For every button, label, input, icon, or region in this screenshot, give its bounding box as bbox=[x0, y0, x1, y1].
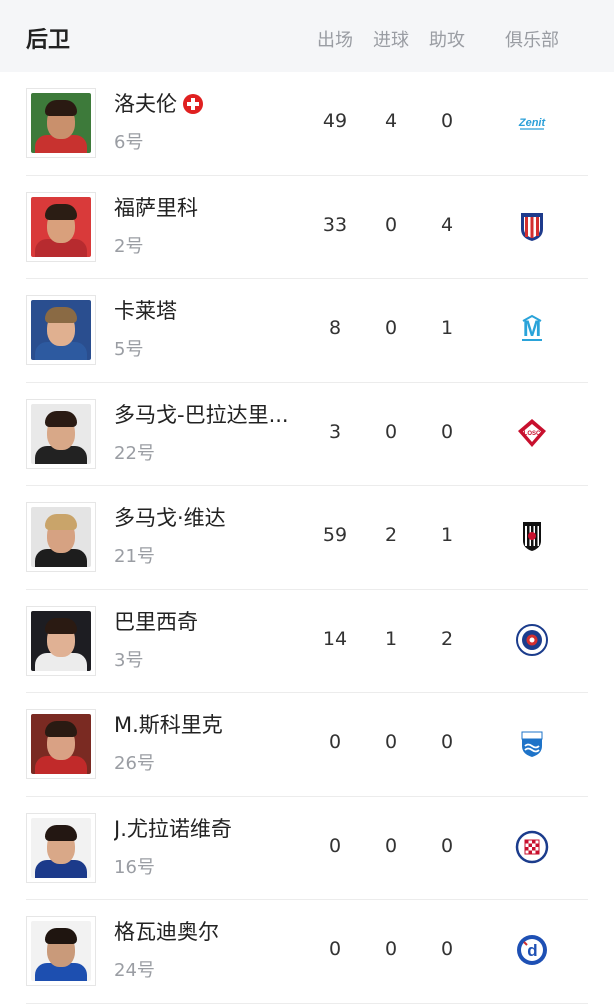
player-avatar[interactable] bbox=[26, 502, 96, 572]
appearances-value: 33 bbox=[322, 213, 348, 236]
goals-value: 0 bbox=[384, 938, 398, 960]
player-name[interactable]: 福萨里科 bbox=[114, 192, 198, 222]
player-number: 22号 bbox=[114, 442, 155, 464]
player-name[interactable]: 格瓦迪奥尔 bbox=[114, 916, 219, 946]
rangers-logo[interactable] bbox=[514, 622, 550, 658]
player-number: 16号 bbox=[114, 856, 155, 878]
player-row[interactable]: 洛夫伦 6号 49 4 0 Zenit bbox=[0, 72, 614, 176]
marseille-logo[interactable]: M bbox=[514, 311, 550, 347]
player-number: 2号 bbox=[114, 235, 144, 257]
player-row[interactable]: J.尤拉诺维奇 16号 0 0 0 bbox=[0, 797, 614, 900]
appearances-value: 0 bbox=[328, 834, 342, 857]
player-avatar[interactable] bbox=[26, 605, 96, 676]
table-header: 后卫 出场 进球 助攻 俱乐部 bbox=[0, 0, 614, 72]
player-row[interactable]: M.斯科里克 26号 0 0 0 bbox=[0, 693, 614, 797]
column-header-goals[interactable]: 进球 bbox=[368, 26, 414, 52]
goals-value: 0 bbox=[384, 834, 398, 857]
assists-value: 1 bbox=[440, 524, 454, 546]
player-row[interactable]: 巴里西奇 3号 14 1 2 bbox=[0, 590, 614, 693]
player-avatar[interactable] bbox=[26, 709, 96, 779]
assists-value: 1 bbox=[440, 317, 454, 339]
player-number: 5号 bbox=[114, 339, 144, 360]
player-avatar[interactable] bbox=[26, 812, 96, 883]
appearances-value: 14 bbox=[322, 627, 348, 650]
switzerland-flag-icon bbox=[183, 94, 203, 114]
appearances-value: 0 bbox=[328, 938, 342, 960]
player-name[interactable]: 多马戈-巴拉达里... bbox=[114, 399, 289, 429]
player-number: 26号 bbox=[114, 753, 155, 774]
player-number: 6号 bbox=[114, 132, 144, 153]
zenit-logo[interactable]: Zenit bbox=[514, 104, 550, 140]
appearances-value: 3 bbox=[328, 420, 342, 443]
position-title: 后卫 bbox=[26, 28, 71, 53]
goals-value: 0 bbox=[384, 213, 398, 236]
dinamo-zagreb-logo[interactable]: d bbox=[514, 932, 550, 968]
player-avatar[interactable] bbox=[26, 398, 96, 469]
player-row[interactable]: 卡莱塔 5号 8 0 1 M bbox=[0, 279, 614, 383]
assists-value: 2 bbox=[440, 627, 454, 650]
goals-value: 0 bbox=[384, 731, 398, 753]
assists-value: 0 bbox=[440, 731, 454, 753]
hajduk-split-logo[interactable] bbox=[514, 829, 550, 865]
assists-value: 0 bbox=[440, 834, 454, 857]
goals-value: 2 bbox=[384, 524, 398, 546]
row-divider bbox=[26, 1002, 588, 1004]
besiktas-logo[interactable] bbox=[514, 518, 550, 554]
appearances-value: 8 bbox=[328, 317, 342, 339]
player-row[interactable]: 福萨里科 2号 33 0 4 bbox=[0, 176, 614, 279]
player-name[interactable]: 洛夫伦 bbox=[114, 88, 203, 118]
osijek-logo[interactable] bbox=[514, 725, 550, 761]
lille-logo[interactable]: LOSC bbox=[514, 415, 550, 451]
appearances-value: 0 bbox=[328, 731, 342, 753]
player-number: 21号 bbox=[114, 546, 155, 567]
column-header-club: 俱乐部 bbox=[505, 30, 559, 51]
appearances-value: 49 bbox=[322, 110, 348, 132]
svg-text:Zenit: Zenit bbox=[518, 117, 547, 129]
appearances-value: 59 bbox=[322, 524, 348, 546]
assists-value: 4 bbox=[440, 213, 454, 236]
column-header-appearances[interactable]: 出场 bbox=[312, 26, 358, 52]
player-row[interactable]: 多马戈·维达 21号 59 2 1 bbox=[0, 486, 614, 590]
column-header-assists[interactable]: 助攻 bbox=[424, 26, 470, 52]
player-list: 洛夫伦 6号 49 4 0 Zenit 福萨里科 2号 33 0 4 卡莱塔 5… bbox=[0, 72, 614, 1004]
player-name[interactable]: 卡莱塔 bbox=[114, 295, 177, 325]
player-number: 24号 bbox=[114, 960, 155, 981]
goals-value: 0 bbox=[384, 317, 398, 339]
player-name[interactable]: 多马戈·维达 bbox=[114, 502, 226, 532]
player-name[interactable]: M.斯科里克 bbox=[114, 709, 223, 739]
goals-value: 0 bbox=[384, 420, 398, 443]
player-number: 3号 bbox=[114, 649, 144, 671]
player-avatar[interactable] bbox=[26, 916, 96, 986]
player-row[interactable]: 格瓦迪奥尔 24号 0 0 0 d bbox=[0, 900, 614, 1004]
assists-value: 0 bbox=[440, 420, 454, 443]
player-avatar[interactable] bbox=[26, 191, 96, 262]
player-name[interactable]: J.尤拉诺维奇 bbox=[114, 813, 232, 843]
atletico-madrid-logo[interactable] bbox=[514, 208, 550, 244]
player-avatar[interactable] bbox=[26, 88, 96, 158]
assists-value: 0 bbox=[440, 938, 454, 960]
player-avatar[interactable] bbox=[26, 295, 96, 365]
goals-value: 1 bbox=[384, 627, 398, 650]
player-name[interactable]: 巴里西奇 bbox=[114, 606, 198, 636]
player-row[interactable]: 多马戈-巴拉达里... 22号 3 0 0 LOSC bbox=[0, 383, 614, 486]
svg-text:d: d bbox=[527, 941, 537, 960]
assists-value: 0 bbox=[440, 110, 454, 132]
goals-value: 4 bbox=[384, 110, 398, 132]
svg-text:LOSC: LOSC bbox=[524, 431, 541, 437]
